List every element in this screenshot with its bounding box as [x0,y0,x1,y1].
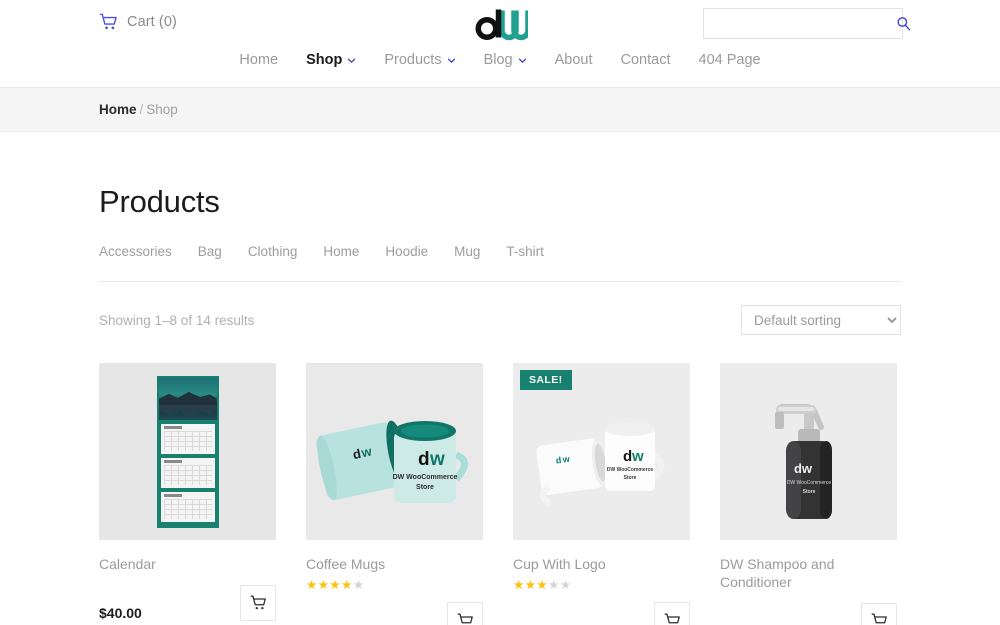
product-name[interactable]: Cup With Logo [513,556,648,574]
site-header: Cart (0) Home Shop Products Blog About C… [0,0,1000,88]
product-name[interactable]: Coffee Mugs [306,556,441,574]
nav-item-home[interactable]: Home [225,52,292,68]
coffee-mugs-illustration: d w d w DW WooCommerce Store [306,363,483,540]
search-button[interactable] [896,9,911,38]
nav-item-shop[interactable]: Shop [292,52,370,68]
svg-text:DW WooCommerce: DW WooCommerce [393,474,458,481]
svg-text:DW WooCommerce: DW WooCommerce [607,467,654,473]
chevron-down-icon [447,58,455,63]
category-t-shirt[interactable]: T-shirt [506,244,544,259]
svg-text:Store: Store [803,489,816,495]
product-price: $40.00 [99,604,142,621]
svg-text:Store: Store [416,484,434,491]
product-footer: $40.00 – $75.00 [720,602,897,625]
add-to-cart-button[interactable] [861,602,897,625]
svg-text:d: d [623,448,632,465]
nav-item-products[interactable]: Products [370,52,469,68]
calendar-illustration [156,376,219,528]
product-card: dw DW WooCommerce Store DW Shampoo and C… [720,363,897,625]
product-rating: ★★★★★ [513,577,572,592]
product-name[interactable]: DW Shampoo and Conditioner [720,556,855,592]
main-navigation: Home Shop Products Blog About Contact 40… [0,52,1000,68]
product-image-coffee-mugs[interactable]: d w d w DW WooCommerce Store [306,363,483,540]
product-card: d w d w DW WooCommerce Store Coffee Mugs… [306,363,483,625]
product-image-dw-shampoo-and-conditioner[interactable]: dw DW WooCommerce Store [720,363,897,540]
product-footer: $40.00 [99,584,276,621]
category-bag[interactable]: Bag [198,244,222,259]
breadcrumb-bar: Home / Shop [0,88,1000,132]
category-clothing[interactable]: Clothing [248,244,298,259]
svg-text:dw: dw [794,461,813,476]
breadcrumb: Home / Shop [99,102,178,117]
nav-item-about[interactable]: About [541,52,607,68]
nav-item-blog[interactable]: Blog [470,52,541,68]
svg-text:w: w [631,448,644,465]
category-home[interactable]: Home [323,244,359,259]
nav-label: 404 Page [698,52,761,68]
nav-label: Contact [620,52,671,68]
page-title: Products [99,184,220,219]
shopping-cart-icon [457,613,473,625]
svg-text:DW WooCommerce: DW WooCommerce [787,480,832,486]
breadcrumb-current: Shop [146,102,178,117]
product-image-cup-with-logo[interactable]: SALE! d w d w DW WooCommerce Store [513,363,690,540]
search-icon [897,17,911,31]
category-hoodie[interactable]: Hoodie [385,244,428,259]
svg-text:d: d [418,449,430,470]
nav-item-contact[interactable]: Contact [607,52,685,68]
cart-label: Cart (0) [127,13,177,30]
product-card: Calendar $40.00 [99,363,276,625]
breadcrumb-home[interactable]: Home [99,102,137,117]
svg-text:w: w [429,449,445,470]
product-name[interactable]: Calendar [99,556,234,574]
calendar-photo [158,378,217,420]
sorting-select[interactable]: Default sorting Sort by popularity Sort … [741,305,901,335]
nav-label: Products [384,52,442,68]
product-grid: Calendar $40.00 d w d w DW WooCommerce S… [99,363,901,625]
results-toolbar: Showing 1–8 of 14 results Default sortin… [99,305,901,335]
product-rating: ★★★★★ [306,577,365,592]
result-count: Showing 1–8 of 14 results [99,312,255,328]
chevron-down-icon [348,58,356,63]
nav-item-404-page[interactable]: 404 Page [685,52,775,68]
dw-logo[interactable] [472,5,528,45]
shopping-cart-icon [250,595,266,610]
svg-text:Store: Store [624,475,637,481]
product-card: SALE! d w d w DW WooCommerce Store Cup W… [513,363,690,625]
add-to-cart-button[interactable] [447,602,483,625]
nav-label: Home [239,52,279,68]
nav-label: Shop [306,52,343,68]
shopping-cart-icon [871,613,887,624]
breadcrumb-separator: / [139,102,144,117]
shop-page: Cart (0) Home Shop Products Blog About C… [0,0,1000,625]
shopping-cart-icon [664,613,680,625]
product-image-calendar[interactable] [99,363,276,540]
nav-label: Blog [483,52,513,68]
main-content: Products Accessories Bag Clothing Home H… [0,132,1000,625]
shampoo-bottle-illustration: dw DW WooCommerce Store [720,363,897,540]
category-filter-list: Accessories Bag Clothing Home Hoodie Mug… [99,244,901,282]
category-mug[interactable]: Mug [454,244,480,259]
category-accessories[interactable]: Accessories [99,244,172,259]
shopping-cart-icon [99,13,117,30]
add-to-cart-button[interactable] [654,602,690,625]
product-footer: $30.00 [306,602,483,625]
cart-link[interactable]: Cart (0) [99,12,177,31]
product-footer: $80.00$50.00 [513,602,690,625]
sale-badge: SALE! [520,370,572,390]
search-input[interactable] [704,9,896,38]
search-box[interactable] [703,8,911,39]
add-to-cart-button[interactable] [240,584,276,621]
chevron-down-icon [518,58,526,63]
nav-label: About [554,52,593,68]
